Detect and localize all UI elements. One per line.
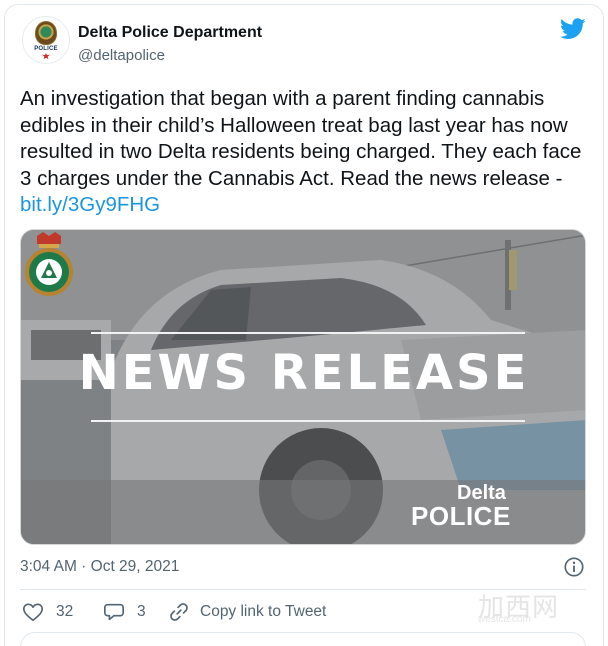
tweet-media-image[interactable]: NEWS RELEASE Delta POLICE xyxy=(20,229,586,545)
like-button[interactable]: 32 xyxy=(22,600,73,624)
maple-leaf-icon xyxy=(42,53,50,59)
media-headline: NEWS RELEASE xyxy=(78,345,530,401)
reply-bubble-icon xyxy=(104,603,124,621)
link-icon xyxy=(170,603,188,621)
copy-link-button[interactable]: Copy link to Tweet xyxy=(168,600,326,624)
author-handle[interactable]: @deltapolice xyxy=(78,47,165,64)
next-tweet-card-edge xyxy=(20,632,586,646)
info-icon[interactable] xyxy=(563,556,585,578)
reply-button[interactable]: 3 xyxy=(103,600,146,624)
like-count: 32 xyxy=(56,603,74,620)
watermark-url: westca.com xyxy=(478,614,531,625)
delta-police-badge-icon xyxy=(25,232,73,296)
author-display-name[interactable]: Delta Police Department xyxy=(78,24,262,42)
brand-police-text: POLICE xyxy=(411,501,511,531)
headline-rule-bottom xyxy=(91,420,525,422)
tweet-link[interactable]: bit.ly/3Gy9FHG xyxy=(20,193,160,216)
copy-link-label: Copy link to Tweet xyxy=(200,603,327,620)
tweet-text: An investigation that began with a paren… xyxy=(20,86,592,219)
tweet-body: An investigation that began with a paren… xyxy=(20,87,582,190)
reply-count: 3 xyxy=(137,603,146,620)
avatar-label: POLICE xyxy=(34,46,58,52)
twitter-bird-icon[interactable] xyxy=(560,18,586,40)
headline-rule-top xyxy=(91,332,525,334)
avatar[interactable]: POLICE xyxy=(22,16,70,64)
police-crest-icon xyxy=(35,21,57,45)
tweet-timestamp[interactable]: 3:04 AM · Oct 29, 2021 xyxy=(20,558,179,576)
heart-icon xyxy=(23,603,43,622)
